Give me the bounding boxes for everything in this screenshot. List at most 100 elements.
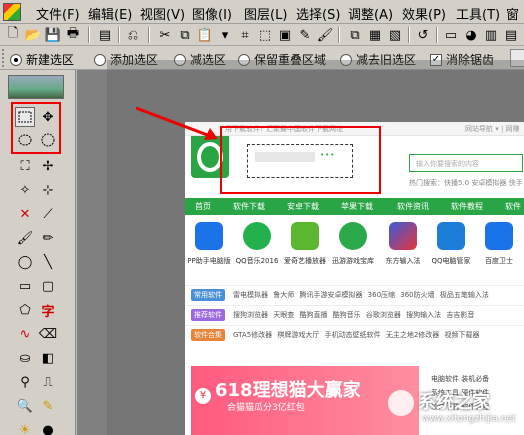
print-icon[interactable]: 🖶 xyxy=(64,26,82,44)
line-tool[interactable]: ╲ xyxy=(38,252,58,272)
copy-icon[interactable]: ⧉ xyxy=(176,26,194,44)
category-links: GTA5修改器 棋牌游戏大厅 手机动态壁纸软件 无主之地2修改器 视频下载器 xyxy=(233,331,480,339)
hot-search-text: 热门搜索：快播5.0 安卓模拟器 快手 xyxy=(409,179,523,187)
option-new-selection[interactable]: 新建选区 xyxy=(10,51,74,68)
banner-title: 618理想猫大赢家 xyxy=(215,380,361,401)
toolbar-grip[interactable] xyxy=(2,49,6,67)
magic-wand-tool[interactable]: ✧ xyxy=(15,180,35,200)
layer-props-icon[interactable]: ▦ xyxy=(366,26,384,44)
print-preview-icon[interactable]: ▤ xyxy=(96,26,114,44)
magic-wand-icon: ✧ xyxy=(19,182,31,198)
app-icon[interactable] xyxy=(3,3,21,21)
radio-icon[interactable] xyxy=(94,53,106,66)
watermark-logo-icon xyxy=(388,390,414,416)
menu-adjust[interactable]: 调整(A) xyxy=(348,4,393,23)
text-tool[interactable]: 字 xyxy=(38,300,58,320)
gradient-fill-tool[interactable]: ◧ xyxy=(38,348,58,368)
paste-menu-icon[interactable]: ▾ xyxy=(216,26,234,44)
move-selection-tool[interactable]: ⊹ xyxy=(38,180,58,200)
banner-subtitle: 合猫猫瓜分3亿红包 xyxy=(227,403,305,413)
nav-item: 软件 xyxy=(505,202,521,211)
clone-stamp-tool[interactable]: ⎍ xyxy=(38,372,58,392)
colors-window-icon[interactable]: ◕ xyxy=(462,26,480,44)
category-row: 推荐软件 搜狗浏览器 天眼查 酷狗直播 酷狗音乐 谷歌浏览器 搜狗输入法 吉吉影… xyxy=(185,305,524,323)
category-tag: 常用软件 xyxy=(191,289,225,301)
menu-window[interactable]: 窗 xyxy=(506,4,519,23)
paint-bucket-tool[interactable]: ✕ xyxy=(15,204,35,224)
save-icon[interactable]: 💾 xyxy=(44,26,62,44)
highlight-tool[interactable]: ✎ xyxy=(38,396,58,416)
pencil-icon: ✏ xyxy=(42,230,54,246)
app-tile: 爱奇艺播放器 xyxy=(283,222,327,266)
undo-history-icon[interactable]: ⎌ xyxy=(124,26,142,44)
palette-window-icon[interactable]: ▤ xyxy=(502,26,520,44)
open-file-icon[interactable]: 📂 xyxy=(24,26,42,44)
webpage-search-input: 输入你要搜索的内容 xyxy=(409,154,523,172)
refresh-icon[interactable]: ↺ xyxy=(414,26,432,44)
app-tile: 迅游游戏宝库 xyxy=(331,222,375,266)
pan-tool[interactable]: ✢ xyxy=(38,156,58,176)
cut-icon[interactable]: ✂ xyxy=(156,26,174,44)
copy-layer-icon[interactable]: ⧉ xyxy=(346,26,364,44)
tools-window-icon[interactable]: ▭ xyxy=(442,26,460,44)
menu-select[interactable]: 选择(S) xyxy=(296,4,340,23)
move-selection-icon: ⊹ xyxy=(42,182,54,198)
menu-effects[interactable]: 效果(P) xyxy=(402,4,446,23)
radio-icon[interactable] xyxy=(10,53,22,66)
color-tool[interactable]: ● xyxy=(38,420,58,435)
ellipse-tool[interactable]: ◯ xyxy=(15,252,35,272)
rounded-rect-tool[interactable]: ▢ xyxy=(38,276,58,296)
new-file-icon[interactable]: 🗋 xyxy=(4,26,22,44)
pencil-tool[interactable]: ✏ xyxy=(38,228,58,248)
nav-item: 安卓下载 xyxy=(287,202,319,211)
wand-icon: ⟋ xyxy=(43,206,53,222)
qq-music-icon xyxy=(243,222,271,250)
deselect-icon[interactable]: ⬚ xyxy=(256,26,274,44)
nav-item: 苹果下载 xyxy=(341,202,373,211)
layers-window-icon[interactable]: ▥ xyxy=(482,26,500,44)
category-links: 搜狗浏览器 天眼查 酷狗直播 酷狗音乐 谷歌浏览器 搜狗输入法 吉吉影音 xyxy=(233,311,475,319)
menu-view[interactable]: 视图(V) xyxy=(140,4,185,23)
watermark-url: www.xitongzhijia.net xyxy=(422,414,516,424)
rectangle-tool[interactable]: ▭ xyxy=(15,276,35,296)
eraser-tool[interactable]: ⌫ xyxy=(38,324,58,344)
red-arrow-icon xyxy=(135,106,218,140)
paintbrush-tool[interactable]: 🖌 xyxy=(15,228,35,248)
recolor-tool[interactable]: ∿ xyxy=(15,324,35,344)
fill-tool[interactable]: ⛀ xyxy=(15,348,35,368)
toolbar-separator xyxy=(338,27,340,43)
toolbar-separator xyxy=(148,27,150,43)
promo-banner: ¥ 618理想猫大赢家 合猫猫瓜分3亿红包 xyxy=(191,366,419,435)
magnify-tool[interactable]: 🔍 xyxy=(15,396,35,416)
eyedropper-icon: ⚲ xyxy=(20,374,30,390)
app-tile: 百度卫士 xyxy=(477,222,521,266)
menu-file[interactable]: 文件(F) xyxy=(36,4,80,23)
freeform-tool[interactable]: ⬠ xyxy=(15,300,35,320)
paste-icon[interactable]: 📋 xyxy=(196,26,214,44)
nav-item: 软件教程 xyxy=(451,202,483,211)
crop-icon[interactable]: ⌗ xyxy=(236,26,254,44)
nav-item: 软件下载 xyxy=(233,202,265,211)
brush-icon[interactable]: 🖌 xyxy=(316,26,334,44)
pan-icon: ✢ xyxy=(42,158,54,174)
top-strip-right: 网站导航 ▾ | 网赚 xyxy=(465,125,520,133)
nav-item: 软件资讯 xyxy=(397,202,429,211)
flatten-icon[interactable]: ▧ xyxy=(386,26,404,44)
menu-image[interactable]: 图像(I) xyxy=(192,4,232,23)
sun-tool[interactable]: ☀ xyxy=(15,420,35,435)
gradient-tool[interactable]: ⟋ xyxy=(38,204,58,224)
magnifier-icon: 🔍 xyxy=(16,398,34,414)
brush-icon: 🖌 xyxy=(16,230,34,246)
app-tile: 东方输入法 xyxy=(381,222,425,266)
select-all-icon[interactable]: ▣ xyxy=(276,26,294,44)
edit-icon[interactable]: ✎ xyxy=(296,26,314,44)
toolbar-separator xyxy=(408,27,410,43)
image-thumbnail[interactable] xyxy=(8,75,64,99)
bucket-icon: ⛀ xyxy=(19,350,31,366)
xunyou-icon xyxy=(339,222,367,250)
color-picker-tool[interactable]: ⚲ xyxy=(15,372,35,392)
menu-layer[interactable]: 图层(L) xyxy=(244,4,287,23)
zoom-tool[interactable]: ⛶ xyxy=(15,156,35,176)
menu-tools[interactable]: 工具(T) xyxy=(456,4,500,23)
menu-edit[interactable]: 编辑(E) xyxy=(88,4,132,23)
